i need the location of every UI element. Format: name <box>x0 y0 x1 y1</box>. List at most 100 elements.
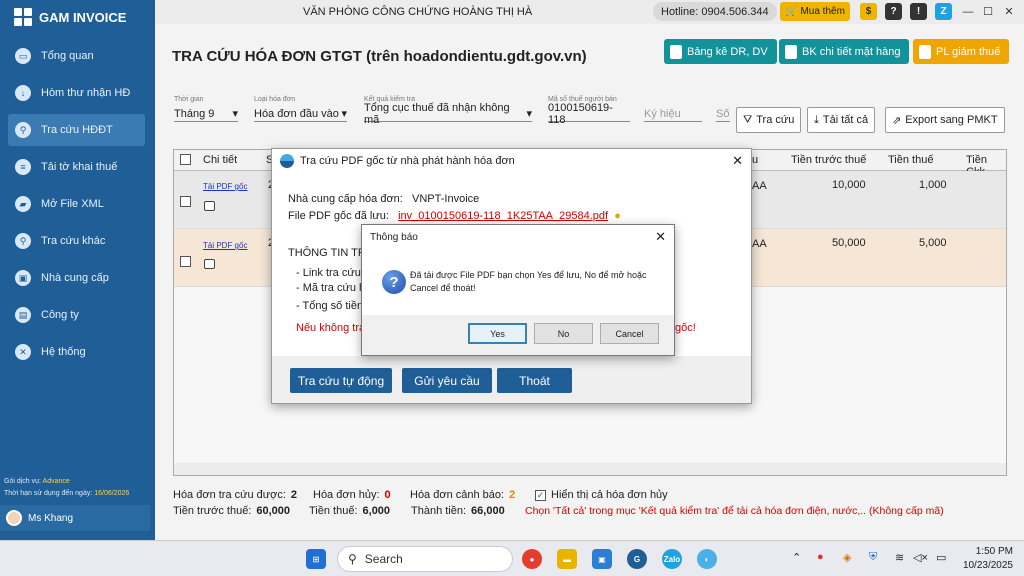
export-button[interactable]: ⇗ Export sang PMKT <box>885 107 1005 133</box>
search-button[interactable]: ⛛ Tra cứu <box>736 107 802 133</box>
buy-more-button[interactable]: 🛒 Mua thêm <box>780 2 850 21</box>
cell-tax: 1,000 <box>919 179 947 191</box>
sidebar-item-overview[interactable]: ▭ Tổng quan <box>8 40 145 72</box>
button-label: PL giảm thuế <box>936 45 1001 58</box>
close-icon[interactable]: ✕ <box>732 153 743 169</box>
close-icon[interactable]: ✕ <box>655 229 666 245</box>
chat-icon[interactable]: ? <box>885 3 902 20</box>
checkbox-checked-icon[interactable]: ✓ <box>535 489 546 501</box>
user-bar[interactable]: Ms Khang <box>0 505 150 531</box>
row-checkbox[interactable] <box>180 196 191 207</box>
sidebar-item-tax-forms[interactable]: ≡ Tải tờ khai thuế <box>8 151 145 183</box>
export-icon: ⇗ <box>892 114 902 127</box>
taskbar-search[interactable]: ⚲ Search <box>337 546 513 572</box>
report-dr-dv-button[interactable]: Bảng kê DR, DV <box>664 39 777 64</box>
company-icon: ▤ <box>15 307 31 323</box>
tax-reduction-button[interactable]: PL giảm thuế <box>913 39 1010 64</box>
question-icon: ? <box>382 270 406 294</box>
code-label: - Mã tra cứu hó <box>296 282 372 294</box>
sidebar-item-suppliers[interactable]: ▣ Nhà cung cấp <box>8 262 145 294</box>
saved-file-link[interactable]: inv_0100150619-118_1K25TAA_29584.pdf <box>398 210 608 222</box>
help-icon[interactable]: ! <box>910 3 927 20</box>
show-cancelled-label: Hiển thị cả hóa đơn hủy <box>551 489 668 501</box>
header-tax: Tiền thuế <box>888 154 934 166</box>
gam-invoice-taskbar-icon[interactable]: G <box>627 549 647 569</box>
excel-icon <box>670 44 682 59</box>
cart-icon: 🛒 <box>785 6 798 17</box>
chrome-icon[interactable]: ● <box>522 549 542 569</box>
cancelled-label: Hóa đơn hủy: <box>313 489 380 501</box>
header-pretax: Tiền trước thuế <box>791 154 867 166</box>
horizontal-scrollbar[interactable] <box>174 463 1006 475</box>
sidebar-item-invoice-lookup[interactable]: ⚲ Tra cứu HĐĐT <box>8 114 145 146</box>
printer-icon[interactable] <box>204 201 215 211</box>
send-request-button[interactable]: Gửi yêu cầu <box>402 368 492 393</box>
sidebar-item-label: Công ty <box>41 309 79 321</box>
volume-icon[interactable]: ◁× <box>913 551 928 564</box>
number-field[interactable]: Số <box>716 96 730 122</box>
no-button[interactable]: No <box>534 323 593 344</box>
sidebar-item-open-xml[interactable]: ▰ Mở File XML <box>8 188 145 220</box>
minimize-button[interactable]: — <box>957 2 979 21</box>
button-label: Tra cứu <box>756 114 795 126</box>
battery-icon[interactable]: ▭ <box>936 551 946 564</box>
zalo-taskbar-icon[interactable]: Zalo <box>662 549 682 569</box>
auto-lookup-button[interactable]: Tra cứu tự động <box>290 368 392 393</box>
money-bag-icon[interactable]: $ <box>860 3 877 20</box>
download-all-button[interactable]: ⤓ Tải tất cả <box>807 107 876 133</box>
download-pdf-link[interactable]: Tải PDF gốc <box>203 241 247 250</box>
symbol-field[interactable]: Ký hiệu <box>644 96 702 122</box>
result-value: Tổng cục thuế đã nhận không mã <box>364 101 510 126</box>
app-window-icon[interactable]: ▣ <box>592 549 612 569</box>
sidebar-item-inbox[interactable]: ↓ Hòm thư nhận HĐ <box>8 77 145 109</box>
chevron-up-icon[interactable]: ⌃ <box>792 551 801 564</box>
download-icon: ⤓ <box>814 113 819 126</box>
search-icon: ⚲ <box>348 552 357 566</box>
clock[interactable]: 1:50 PM 10/23/2025 <box>953 545 1013 573</box>
close-window-button[interactable]: ✕ <box>998 2 1020 21</box>
report-items-button[interactable]: BK chi tiết mặt hàng <box>779 39 910 64</box>
expiry-label: Thời hạn sử dụng đến ngày: <box>4 490 93 497</box>
download-pdf-link[interactable]: Tải PDF gốc <box>203 182 247 191</box>
open-folder-icon[interactable]: ● <box>614 210 621 222</box>
saved-file-line: File PDF gốc đã lưu: inv_0100150619-118_… <box>288 210 621 222</box>
zalo-icon[interactable]: Z <box>935 3 952 20</box>
buy-more-label: Mua thêm <box>800 6 845 17</box>
search-invoice-icon: ⚲ <box>15 122 31 138</box>
antivirus-icon[interactable]: ● <box>817 551 824 563</box>
file-explorer-icon[interactable]: ▬ <box>557 549 577 569</box>
message-dialog: Thông báo ✕ ? Đã tải được File PDF bạn c… <box>361 224 675 356</box>
row-checkbox[interactable] <box>180 256 191 267</box>
select-all-checkbox[interactable] <box>180 154 191 165</box>
sidebar-item-company[interactable]: ▤ Công ty <box>8 299 145 331</box>
seller-taxid-field[interactable]: Mã số thuế người bán 0100150619-118 <box>548 96 630 126</box>
printer-icon[interactable] <box>204 259 215 269</box>
link-label: - Link tra cứu: <box>296 267 364 279</box>
message-title: Thông báo <box>370 232 418 243</box>
office-name: VĂN PHÒNG CÔNG CHỨNG HOÀNG THỊ HÀ <box>303 6 533 18</box>
exit-button[interactable]: Thoát <box>497 368 572 393</box>
cancel-button[interactable]: Cancel <box>600 323 659 344</box>
dialog-title: Tra cứu PDF gốc từ nhà phát hành hóa đơn <box>300 155 515 167</box>
browser-icon[interactable]: ◐ <box>697 549 717 569</box>
sidebar-item-label: Hệ thống <box>41 346 86 358</box>
taskbar: ⊞ ⚲ Search ● ▬ ▣ G Zalo ◐ ⌃ ● ◈ ⛨ ≋ ◁× ▭… <box>0 540 1024 576</box>
maximize-button[interactable]: ☐ <box>977 2 999 21</box>
period-filter[interactable]: Thời gian Tháng 9 ▾ <box>174 96 238 122</box>
update-icon[interactable]: ◈ <box>843 551 851 564</box>
cell-pretax: 10,000 <box>832 179 866 191</box>
show-cancelled-toggle[interactable]: ✓ Hiển thị cả hóa đơn hủy <box>535 489 668 501</box>
sidebar-item-other-lookup[interactable]: ⚲ Tra cứu khác <box>8 225 145 257</box>
yes-button[interactable]: Yes <box>468 323 527 344</box>
invoice-type-filter[interactable]: Loại hóa đơn Hóa đơn đầu vào ▾ <box>254 96 347 122</box>
plan-info: Gói dịch vụ: Advance Thời hạn sử dụng đế… <box>4 476 129 500</box>
wifi-icon[interactable]: ≋ <box>895 551 904 564</box>
result-filter[interactable]: Kết quả kiểm tra Tổng cục thuế đã nhận k… <box>364 96 532 126</box>
windows-start-icon[interactable]: ⊞ <box>306 549 326 569</box>
app-name: GAM INVOICE <box>39 9 127 25</box>
symbol-placeholder: Ký hiệu <box>644 107 681 120</box>
security-shield-icon[interactable]: ⛨ <box>869 551 877 564</box>
button-label: BK chi tiết mặt hàng <box>802 45 901 58</box>
sidebar-item-label: Tra cứu HĐĐT <box>41 124 113 136</box>
sidebar-item-system[interactable]: ✕ Hệ thống <box>8 336 145 368</box>
